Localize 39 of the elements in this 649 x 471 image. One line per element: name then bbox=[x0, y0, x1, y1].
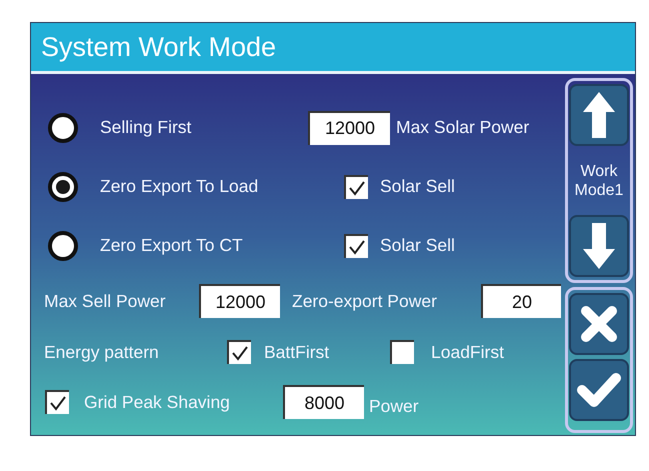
field-label: Energy pattern bbox=[44, 342, 160, 362]
field-label: Max Solar Power bbox=[396, 117, 530, 138]
unit-label: Power bbox=[369, 396, 419, 416]
input-field[interactable]: 12000 bbox=[308, 110, 390, 144]
checkbox[interactable] bbox=[344, 174, 368, 198]
confirm-button[interactable] bbox=[569, 359, 629, 421]
checkbox-label: Solar Sell bbox=[380, 235, 455, 256]
checkbox[interactable] bbox=[45, 390, 69, 414]
checkbox-label: BattFirst bbox=[264, 342, 330, 362]
down-button[interactable] bbox=[569, 215, 629, 277]
mode-label: Zero Export To Load bbox=[100, 176, 260, 197]
field-label: Max Sell Power bbox=[44, 290, 167, 312]
up-arrow-icon bbox=[583, 92, 615, 138]
mode-label: Selling First bbox=[100, 117, 192, 138]
close-icon bbox=[580, 305, 618, 343]
checkbox[interactable] bbox=[227, 340, 251, 364]
up-button[interactable] bbox=[569, 84, 629, 146]
check-icon bbox=[348, 180, 366, 196]
check-icon bbox=[577, 372, 621, 408]
mode-label: Work Mode1 bbox=[574, 162, 624, 200]
window-title: System Work Mode bbox=[41, 32, 276, 62]
radio-button[interactable] bbox=[48, 112, 78, 142]
field-label: Zero-export Power bbox=[292, 290, 438, 312]
input-field[interactable]: 12000 bbox=[199, 284, 280, 318]
radio-button[interactable] bbox=[48, 230, 78, 260]
checkbox-label: Grid Peak Shaving bbox=[84, 392, 231, 412]
check-icon bbox=[348, 238, 366, 254]
check-icon bbox=[49, 395, 67, 411]
radio-button[interactable] bbox=[48, 172, 78, 202]
mode-label: Zero Export To CT bbox=[100, 235, 244, 256]
input-field[interactable]: 20 bbox=[481, 284, 561, 318]
checkbox-label: LoadFirst bbox=[431, 342, 504, 362]
checkbox[interactable] bbox=[344, 234, 368, 258]
checkbox[interactable] bbox=[390, 340, 414, 364]
input-field[interactable]: 8000 bbox=[283, 385, 364, 419]
down-arrow-icon bbox=[583, 223, 615, 269]
checkbox-label: Solar Sell bbox=[380, 176, 455, 197]
check-icon bbox=[231, 345, 249, 361]
cancel-button[interactable] bbox=[569, 293, 629, 355]
